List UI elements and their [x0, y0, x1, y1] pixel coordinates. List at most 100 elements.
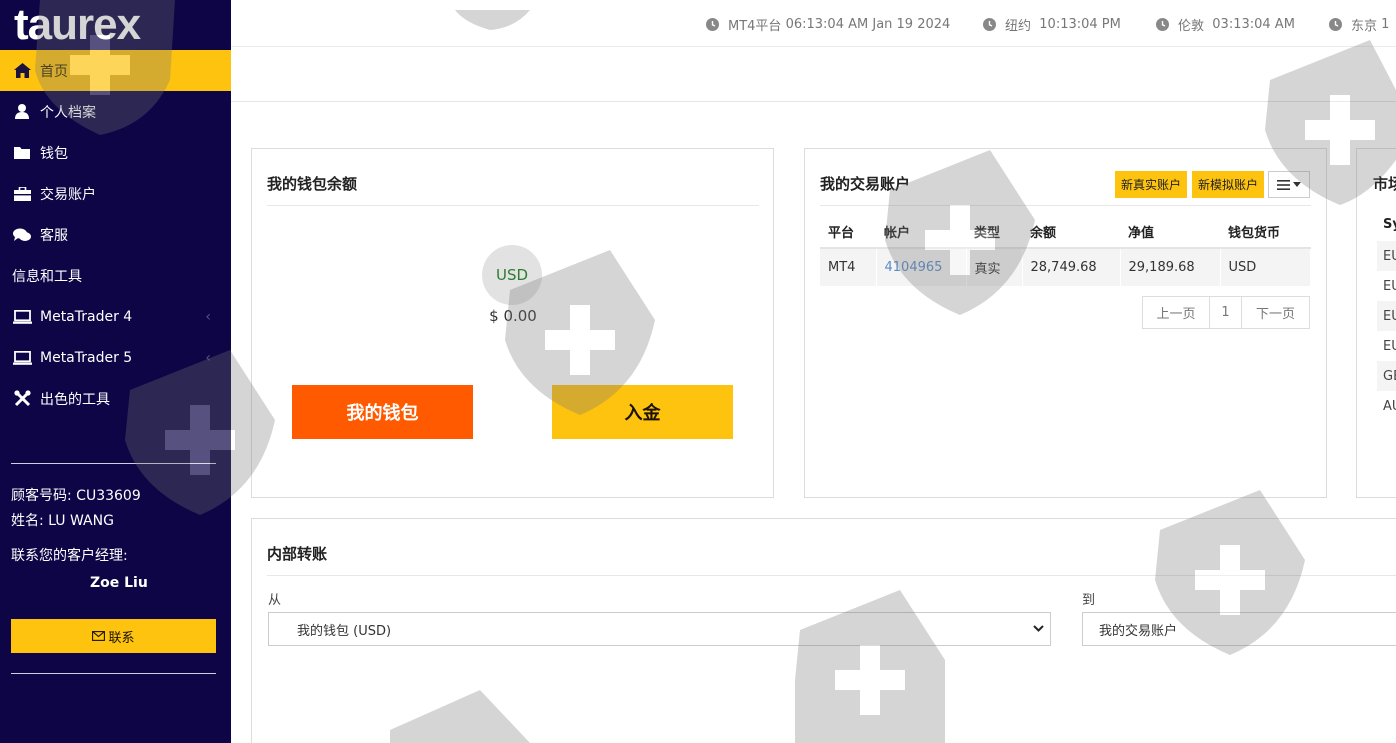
- column-header[interactable]: 余额: [1022, 215, 1120, 249]
- logo[interactable]: taurex: [0, 0, 231, 50]
- cell-type: 真实: [966, 248, 1023, 286]
- from-label: 从: [268, 593, 282, 608]
- from-select-value: 我的钱包 (USD): [297, 623, 392, 639]
- sidebar-item-profile[interactable]: 个人档案: [0, 91, 231, 132]
- clock-label: MT4平台: [728, 19, 782, 34]
- column-header[interactable]: 净值: [1120, 215, 1220, 249]
- prev-page-button[interactable]: 上一页: [1143, 297, 1210, 328]
- wallet-title: 我的钱包余额: [267, 175, 358, 193]
- sidebar-item-mt4[interactable]: MetaTrader 4 ‹: [0, 296, 231, 337]
- caret-down-icon: [1293, 182, 1301, 187]
- to-select[interactable]: 我的交易账户: [1082, 612, 1396, 646]
- clock-icon: [983, 18, 996, 31]
- clock-date: Jan 19 2024: [872, 17, 951, 32]
- cell-equity: 29,189.68: [1120, 248, 1221, 286]
- sidebar-item-wallet[interactable]: 钱包: [0, 132, 231, 173]
- column-header[interactable]: 类型: [966, 215, 1022, 249]
- chevron-left-icon: ‹: [205, 349, 211, 366]
- sidebar-item-label: 首页: [40, 63, 68, 80]
- to-label: 到: [1082, 593, 1096, 608]
- contact-button-label: 联系: [108, 630, 135, 646]
- chat-icon: [12, 228, 32, 242]
- sidebar-divider: [11, 463, 216, 464]
- columns-menu-button[interactable]: [1268, 171, 1310, 198]
- market-row[interactable]: GB: [1377, 361, 1396, 391]
- laptop-icon: [12, 350, 32, 365]
- sidebar-item-label: MetaTrader 4: [40, 308, 133, 325]
- from-select[interactable]: 我的钱包 (USD): [268, 612, 1051, 646]
- sidebar-item-trading-accounts[interactable]: 交易账户: [0, 173, 231, 214]
- market-panel: 市场 Sy EU EU EU EU GB AU: [1356, 148, 1396, 498]
- page-number-button[interactable]: 1: [1210, 297, 1242, 328]
- currency-badge: USD: [482, 245, 542, 305]
- accounts-table: 平台 帐户 类型 余额 净值 钱包货币 MT4 4104965 真实 28,74…: [820, 215, 1311, 286]
- column-header[interactable]: 帐户: [876, 215, 966, 249]
- sidebar-item-label: 交易账户: [40, 186, 96, 203]
- clock-label: 伦敦: [1178, 19, 1205, 34]
- sidebar-item-tools[interactable]: 出色的工具: [0, 378, 231, 419]
- new-live-account-button[interactable]: 新真实账户: [1115, 171, 1187, 198]
- clock-icon: [706, 18, 719, 31]
- table-row: MT4 4104965 真实 28,749.68 29,189.68 USD: [820, 248, 1311, 286]
- to-select-value: 我的交易账户: [1099, 623, 1178, 639]
- new-demo-account-button[interactable]: 新模拟账户: [1192, 171, 1264, 198]
- accounts-panel: 我的交易账户 新真实账户 新模拟账户 平台 帐户 类型 余额 净值 钱包货币 M…: [804, 148, 1327, 498]
- user-icon: [12, 104, 32, 119]
- sidebar-item-label: 个人档案: [40, 104, 96, 121]
- clock-time: 1: [1381, 17, 1390, 32]
- briefcase-icon: [12, 186, 32, 201]
- market-column-header: Sy: [1383, 217, 1396, 232]
- market-row[interactable]: EU: [1377, 271, 1396, 301]
- sub-header: [231, 47, 1396, 102]
- sidebar-section-label: 信息和工具: [12, 268, 82, 285]
- market-row[interactable]: EU: [1377, 241, 1396, 271]
- sidebar: taurex 首页 个人档案 钱包 交易账户 客服 信息和工具 MetaTrad…: [0, 0, 231, 743]
- chevron-down-icon: [1033, 623, 1044, 638]
- sidebar-item-support[interactable]: 客服: [0, 214, 231, 255]
- cell-currency: USD: [1220, 248, 1311, 286]
- table-header-row: 平台 帐户 类型 余额 净值 钱包货币: [820, 215, 1311, 249]
- deposit-button[interactable]: 入金: [552, 385, 733, 439]
- sidebar-divider: [11, 673, 216, 674]
- market-row[interactable]: EU: [1377, 331, 1396, 361]
- sidebar-item-label: MetaTrader 5: [40, 349, 133, 366]
- panel-divider: [267, 205, 759, 206]
- clock-time: 03:13:04 AM: [1212, 17, 1295, 32]
- sidebar-item-label: 出色的工具: [40, 391, 110, 408]
- cell-platform: MT4: [820, 248, 877, 286]
- cell-balance: 28,749.68: [1022, 248, 1121, 286]
- clock-time: 06:13:04 AM: [785, 17, 869, 32]
- transfer-panel: 内部转账 从 我的钱包 (USD) 到 我的交易账户: [251, 518, 1396, 743]
- clock-label: 东京: [1351, 19, 1378, 34]
- envelope-icon: [92, 631, 106, 641]
- account-link[interactable]: 4104965: [876, 248, 967, 286]
- clock-icon: [1329, 18, 1342, 31]
- sidebar-item-home[interactable]: 首页: [0, 50, 231, 91]
- panel-divider: [267, 575, 1396, 576]
- sidebar-item-label: 钱包: [40, 145, 68, 162]
- transfer-title: 内部转账: [267, 545, 328, 563]
- wallet-balance: $ 0.00: [489, 307, 537, 325]
- column-header[interactable]: 钱包货币: [1220, 215, 1311, 249]
- clock-icon: [1156, 18, 1169, 31]
- manager-label: 联系您的客户经理:: [11, 548, 128, 564]
- clock-london: 伦敦 03:13:04 AM: [1156, 15, 1295, 34]
- clock-new-york: 纽约 10:13:04 PM: [983, 15, 1121, 34]
- clock-time: 10:13:04 PM: [1039, 17, 1121, 32]
- market-row[interactable]: AU: [1377, 391, 1396, 421]
- market-row[interactable]: EU: [1377, 301, 1396, 331]
- next-page-button[interactable]: 下一页: [1242, 297, 1309, 328]
- clock-mt4: MT4平台 06:13:04 AM Jan 19 2024: [706, 15, 950, 34]
- panel-divider: [820, 205, 1311, 206]
- column-header[interactable]: 平台: [820, 215, 876, 249]
- clock-tokyo: 东京 1: [1329, 15, 1389, 34]
- chevron-left-icon: ‹: [205, 308, 211, 325]
- sidebar-item-mt5[interactable]: MetaTrader 5 ‹: [0, 337, 231, 378]
- folder-icon: [12, 146, 32, 159]
- menu-icon: [1277, 179, 1290, 190]
- client-name: 姓名: LU WANG: [11, 513, 114, 529]
- wallet-panel: 我的钱包余额 USD $ 0.00 我的钱包 入金: [251, 148, 774, 498]
- contact-button[interactable]: 联系: [11, 619, 216, 653]
- my-wallet-button[interactable]: 我的钱包: [292, 385, 473, 439]
- sidebar-item-label: 客服: [40, 227, 68, 244]
